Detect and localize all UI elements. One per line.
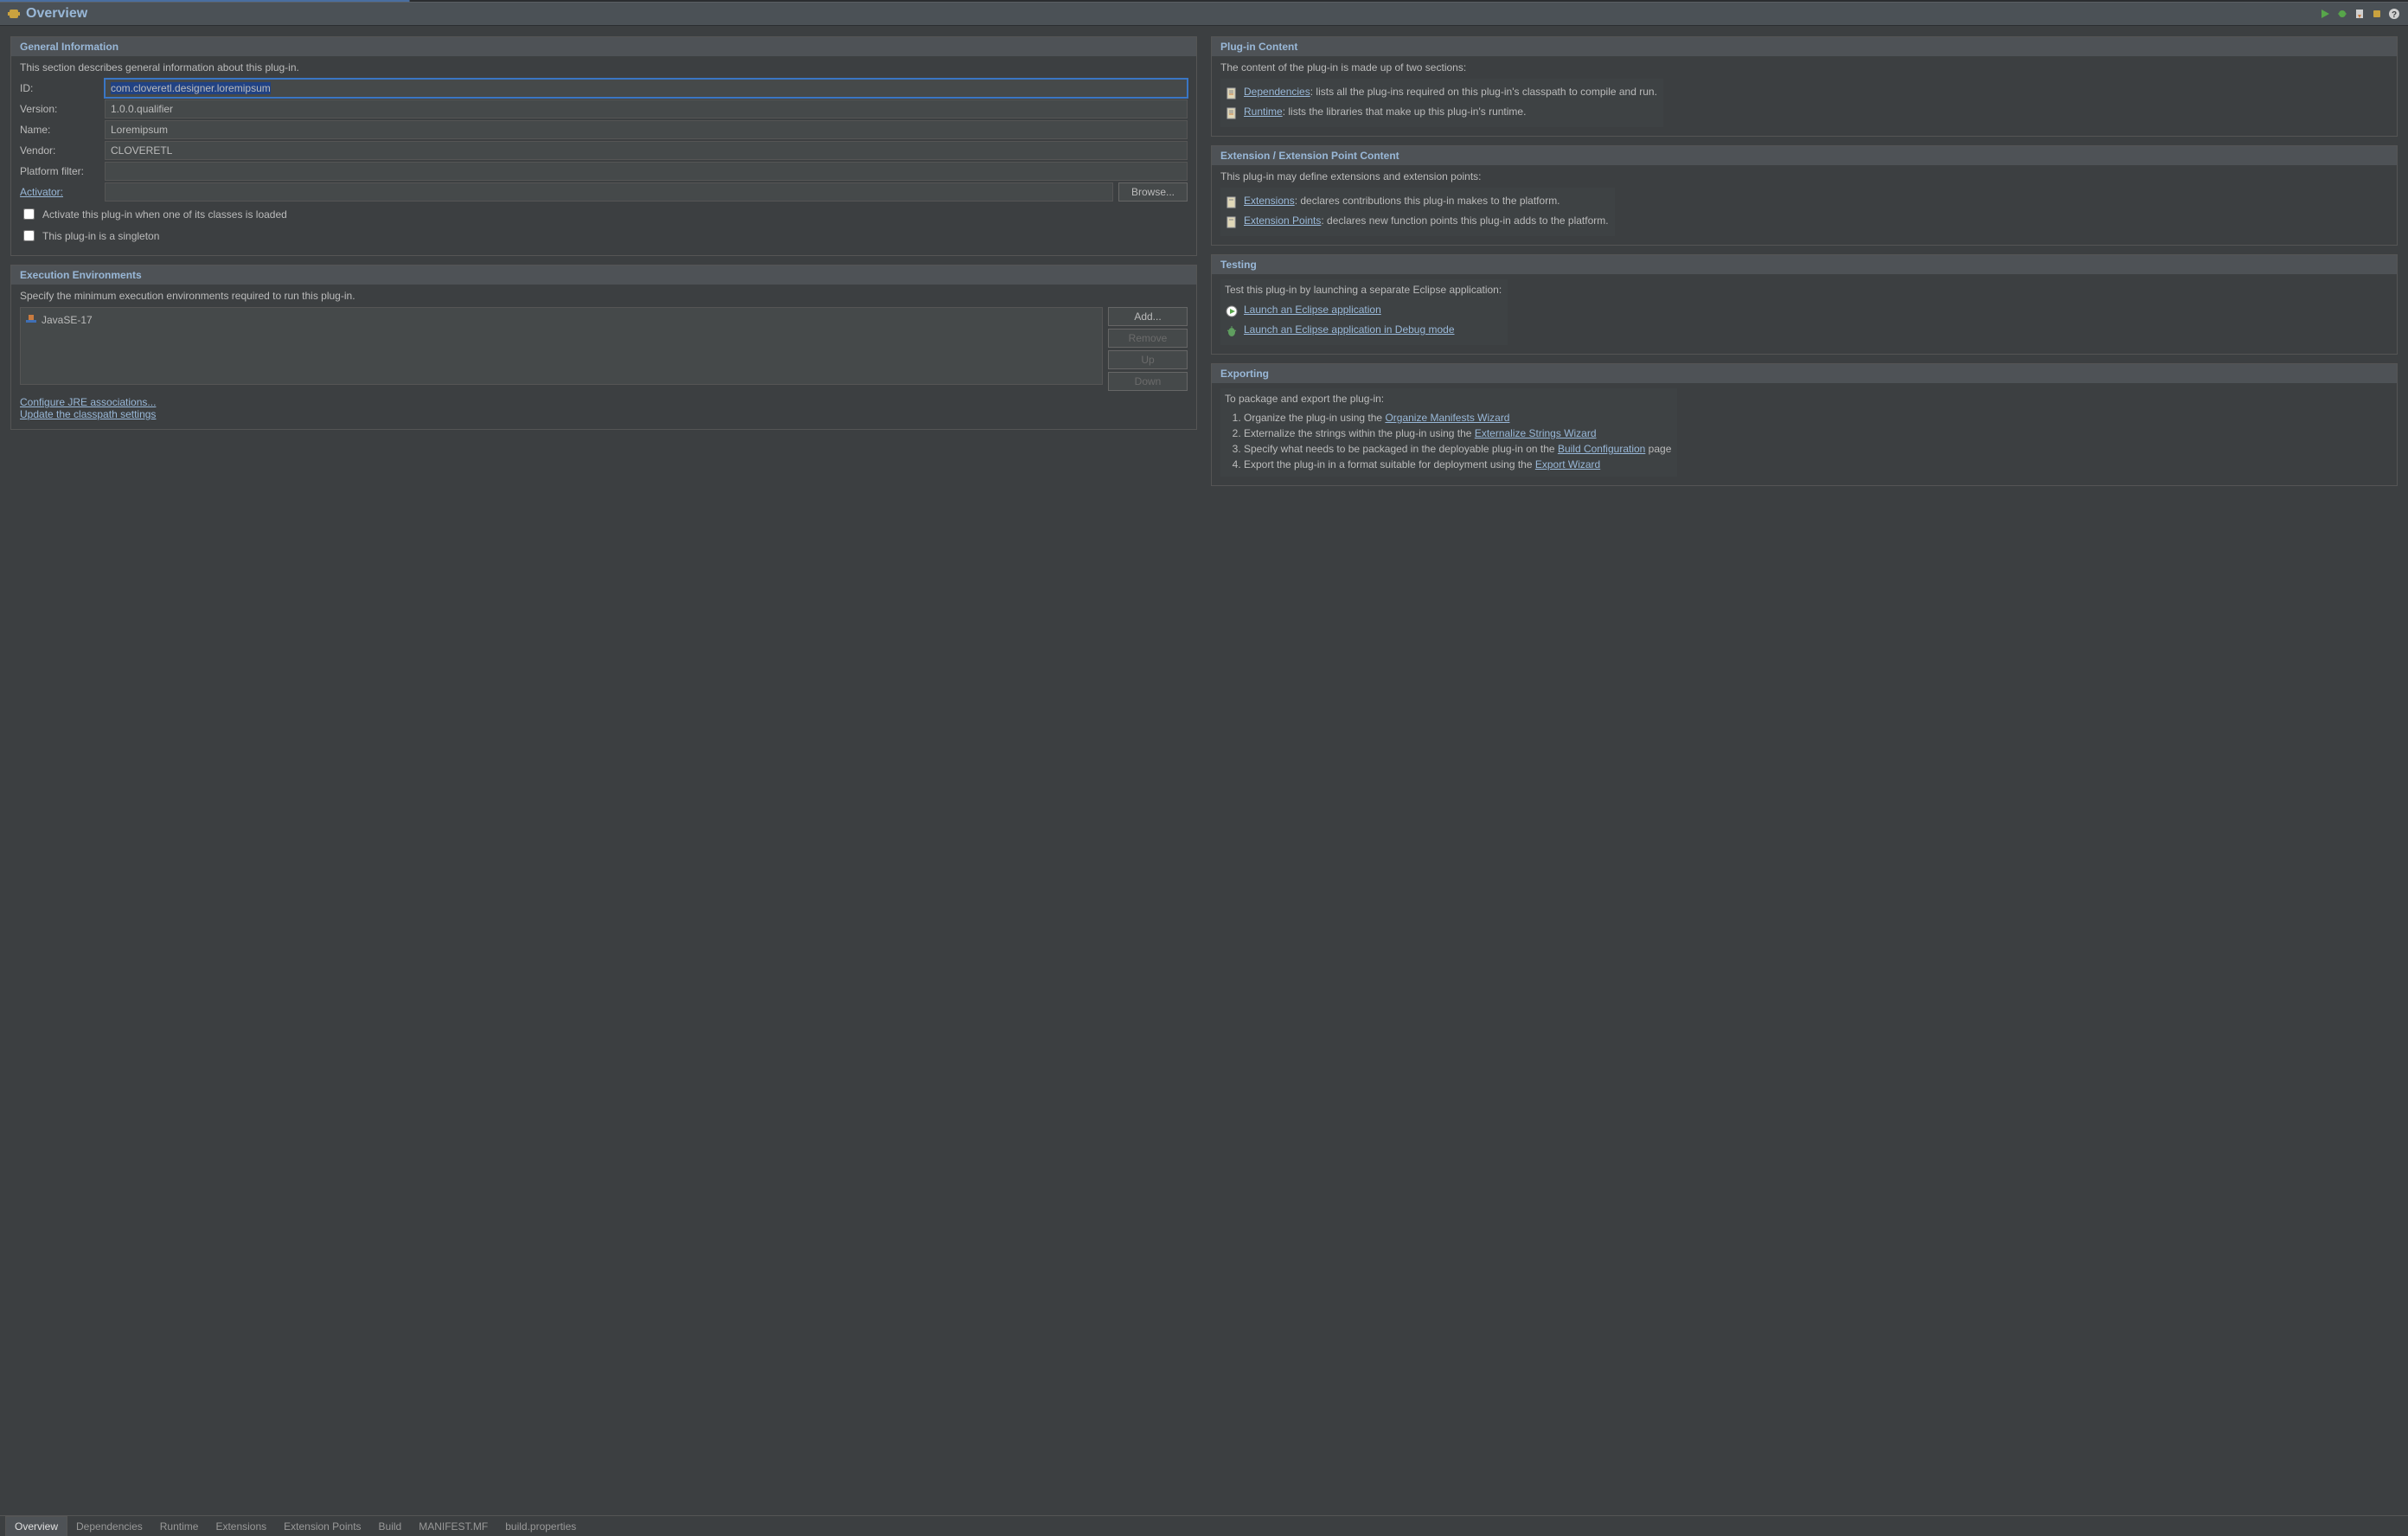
- name-field[interactable]: [105, 120, 1188, 139]
- jre-icon: [25, 312, 37, 327]
- list-item: Externalize the strings within the plug-…: [1244, 426, 1671, 441]
- svg-text:?: ?: [2392, 10, 2397, 20]
- list-item: Organize the plug-in using the Organize …: [1244, 410, 1671, 426]
- list-item: JavaSE-17: [23, 310, 1099, 329]
- editor-header: Overview ?: [0, 2, 2408, 26]
- exporting-title: Exporting: [1212, 364, 2397, 383]
- singleton-checkbox-label: This plug-in is a singleton: [42, 230, 159, 242]
- singleton-checkbox[interactable]: [23, 230, 35, 241]
- exec-env-title: Execution Environments: [11, 266, 1196, 285]
- list-item: Export the plug-in in a format suitable …: [1244, 457, 1671, 472]
- page-icon: [1225, 106, 1239, 120]
- general-info-title: General Information: [11, 37, 1196, 56]
- exporting-desc: To package and export the plug-in:: [1225, 393, 1671, 405]
- dependencies-link[interactable]: Dependencies: [1244, 86, 1310, 98]
- activator-label-link[interactable]: Activator:: [20, 186, 99, 198]
- id-label: ID:: [20, 82, 99, 94]
- dependencies-text: Dependencies: lists all the plug-ins req…: [1244, 86, 1657, 98]
- exec-env-panel: Execution Environments Specify the minim…: [10, 265, 1197, 430]
- general-info-panel: General Information This section describ…: [10, 36, 1197, 256]
- page-icon: [1225, 195, 1239, 209]
- tab-overview[interactable]: Overview: [5, 1516, 67, 1536]
- activate-checkbox[interactable]: [23, 208, 35, 220]
- activator-field[interactable]: [105, 182, 1113, 202]
- testing-title: Testing: [1212, 255, 2397, 274]
- extension-desc: This plug-in may define extensions and e…: [1220, 170, 2388, 182]
- name-label: Name:: [20, 124, 99, 136]
- right-column: Plug-in Content The content of the plug-…: [1211, 36, 2398, 1505]
- run-icon: [1225, 304, 1239, 318]
- testing-panel: Testing Test this plug-in by launching a…: [1211, 254, 2398, 355]
- plugin-icon: [7, 7, 21, 21]
- version-field[interactable]: [105, 99, 1188, 118]
- runtime-text: Runtime: lists the libraries that make u…: [1244, 106, 1657, 118]
- help-icon[interactable]: ?: [2387, 7, 2401, 21]
- browse-button[interactable]: Browse...: [1118, 182, 1188, 202]
- vendor-field[interactable]: [105, 141, 1188, 160]
- tab-extension-points[interactable]: Extension Points: [275, 1517, 369, 1536]
- build-config-link[interactable]: Build Configuration: [1558, 443, 1645, 455]
- general-info-desc: This section describes general informati…: [20, 61, 1188, 74]
- runtime-link[interactable]: Runtime: [1244, 106, 1283, 118]
- tab-build[interactable]: Build: [370, 1517, 411, 1536]
- vendor-label: Vendor:: [20, 144, 99, 157]
- debug-icon: [1225, 324, 1239, 338]
- up-button[interactable]: Up: [1108, 350, 1188, 369]
- page-title: Overview: [26, 6, 2318, 22]
- extension-content-title: Extension / Extension Point Content: [1212, 146, 2397, 165]
- remove-button[interactable]: Remove: [1108, 329, 1188, 348]
- exec-env-list[interactable]: JavaSE-17: [20, 307, 1103, 385]
- platform-filter-label: Platform filter:: [20, 165, 99, 177]
- down-button[interactable]: Down: [1108, 372, 1188, 391]
- plugin-content-panel: Plug-in Content The content of the plug-…: [1211, 36, 2398, 137]
- activate-checkbox-label: Activate this plug-in when one of its cl…: [42, 208, 287, 221]
- page-icon: [1225, 86, 1239, 100]
- id-field[interactable]: [105, 79, 1188, 98]
- list-item: Specify what needs to be packaged in the…: [1244, 441, 1671, 457]
- debug-link[interactable]: Launch an Eclipse application in Debug m…: [1244, 323, 1455, 336]
- run-icon[interactable]: [2318, 7, 2332, 21]
- extension-points-link[interactable]: Extension Points: [1244, 214, 1321, 227]
- exec-env-item-label: JavaSE-17: [42, 314, 93, 326]
- tab-runtime[interactable]: Runtime: [151, 1517, 208, 1536]
- deploy-icon[interactable]: [2370, 7, 2384, 21]
- extension-content-panel: Extension / Extension Point Content This…: [1211, 145, 2398, 246]
- extensions-link[interactable]: Extensions: [1244, 195, 1295, 207]
- tab-extensions[interactable]: Extensions: [207, 1517, 275, 1536]
- exporting-panel: Exporting To package and export the plug…: [1211, 363, 2398, 486]
- tab-dependencies[interactable]: Dependencies: [67, 1517, 151, 1536]
- debug-icon[interactable]: [2335, 7, 2349, 21]
- version-label: Version:: [20, 103, 99, 115]
- externalize-strings-link[interactable]: Externalize Strings Wizard: [1475, 427, 1597, 439]
- launch-link[interactable]: Launch an Eclipse application: [1244, 304, 1381, 316]
- export-list: Organize the plug-in using the Organize …: [1225, 410, 1671, 472]
- update-classpath-link[interactable]: Update the classpath settings: [20, 408, 156, 420]
- page-icon: [1225, 215, 1239, 229]
- extension-points-text: Extension Points: declares new function …: [1244, 214, 1609, 227]
- tab-manifest[interactable]: MANIFEST.MF: [410, 1517, 496, 1536]
- export-icon[interactable]: [2353, 7, 2366, 21]
- header-toolbar: ?: [2318, 7, 2401, 21]
- content-area: General Information This section describ…: [0, 26, 2408, 1515]
- bottom-tabs: Overview Dependencies Runtime Extensions…: [0, 1515, 2408, 1536]
- organize-manifests-link[interactable]: Organize Manifests Wizard: [1385, 412, 1509, 424]
- testing-desc: Test this plug-in by launching a separat…: [1225, 284, 1502, 296]
- plugin-content-title: Plug-in Content: [1212, 37, 2397, 56]
- left-column: General Information This section describ…: [10, 36, 1197, 1505]
- tab-build-properties[interactable]: build.properties: [496, 1517, 585, 1536]
- exec-env-desc: Specify the minimum execution environmen…: [20, 290, 1188, 302]
- extensions-text: Extensions: declares contributions this …: [1244, 195, 1609, 207]
- plugin-content-desc: The content of the plug-in is made up of…: [1220, 61, 2388, 74]
- add-button[interactable]: Add...: [1108, 307, 1188, 326]
- platform-filter-field[interactable]: [105, 162, 1188, 181]
- export-wizard-link[interactable]: Export Wizard: [1535, 458, 1600, 470]
- configure-jre-link[interactable]: Configure JRE associations...: [20, 396, 156, 408]
